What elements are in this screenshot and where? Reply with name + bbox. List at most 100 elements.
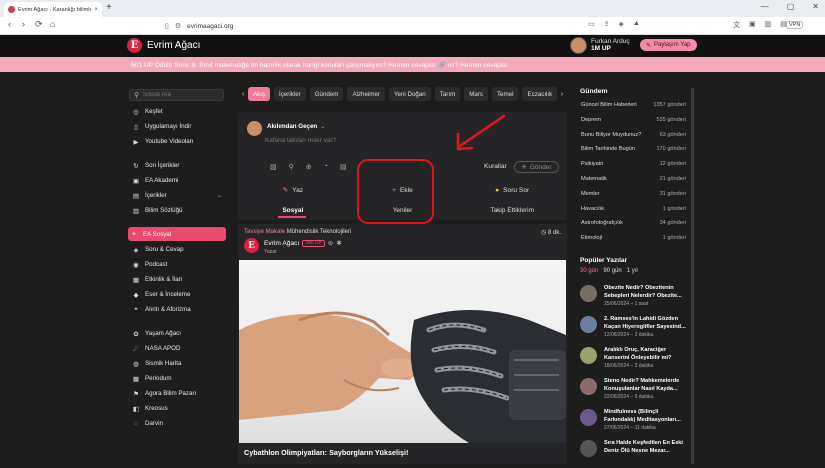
sidebar-item[interactable]: ▶ Youtube Videoları [130,136,226,147]
brave-rewards-icon[interactable]: ▲ [633,20,640,28]
brave-shield-icon[interactable]: ◈ [619,20,624,28]
trend-item[interactable]: Memler 31 gönderi [581,191,686,204]
rules-link[interactable]: Kurallar [484,163,507,170]
sidebar-item-icon: ▣ [132,177,140,185]
sidebar-item[interactable]: ◧ Kreosus [130,403,226,414]
sidebar-item[interactable]: ☄ NASA APOD [130,343,226,354]
sidebar-item[interactable]: ▥ Bilim Sözlüğü [130,205,226,216]
post-topic[interactable]: Mühendislik Teknolojileri [287,229,352,235]
sidebar-item[interactable]: ◈ Soru & Cevap [130,244,226,255]
window-close-icon[interactable]: ✕ [812,2,819,11]
list-icon[interactable]: ▤ [340,163,347,171]
popular-item[interactable]: Aralıklı Oruç, Karaciğer Kanserini Önley… [580,347,690,375]
category-tab[interactable]: İçerikler [274,87,306,101]
popular-item[interactable]: Obezite Nedir? Obezitenin Sebepleri Nele… [580,285,690,313]
category-prev-icon[interactable]: ‹ [238,91,248,98]
site-search[interactable]: ⚲ [129,89,224,101]
sidebar-item-label: EA Akademi [145,177,179,184]
post-card[interactable]: Tavsiye Makale Mühendislik Teknolojileri… [238,224,567,464]
post-title[interactable]: Cybathlon Olimpiyatları: Sayborgların Yü… [244,448,408,457]
location-icon[interactable]: ⊕ [306,163,312,171]
trend-item[interactable]: Deprem 535 gönderi [581,117,686,130]
feed-tab[interactable]: Takip Ettiklerim [457,204,567,218]
sidebar-item[interactable]: ◎ Keşfet [130,106,226,117]
trend-item[interactable]: Havacılık 1 gönderi [581,206,686,219]
user-profile[interactable]: Furkan Arduç 1M UP [570,37,630,54]
scrollbar[interactable] [691,88,694,464]
browser-tab[interactable]: Evrim Ağacı - Karanlığı bilimle ! × [4,2,102,17]
share-post-button[interactable]: ✎ Paylaşım Yap [640,39,697,51]
sidebar-item[interactable]: ◍ Sismik Harita [130,358,226,369]
announcement-banner[interactable]: 501 UP Ödülü Soru: 9. Sınıf matematiğe ö… [0,57,825,72]
link-icon[interactable]: ⚲ [289,163,294,171]
trend-item[interactable]: Bilim Tarihinde Bugün 170 gönderi [581,146,686,159]
vpn-button[interactable]: VPN [786,21,804,29]
popular-item[interactable]: Steno Nedir? Mahkemelerde Konuşulanlar N… [580,378,690,406]
sidebar-item[interactable]: ▯ Uygulamayı İndir [130,121,226,132]
sidebar-toggle-icon[interactable]: ▥ [765,20,772,30]
search-input[interactable] [143,92,223,98]
category-tab[interactable]: Tarım [434,87,461,101]
popular-period-tab[interactable]: 90 gün [603,268,621,274]
sidebar-item[interactable]: ◌ Darvin [130,418,226,429]
user-avatar[interactable] [570,37,587,54]
audience-selector[interactable]: Akılımdan Geçen ⌄ [267,123,325,130]
sidebar-item[interactable]: ▩ Periodum [130,373,226,384]
minimize-icon[interactable]: — [761,2,769,11]
sidebar-item[interactable]: ✦ EA Sosyal [128,227,226,241]
sidebar-item[interactable]: ✿ Yaşam Ağacı [130,328,226,339]
bookmark-icon[interactable]: ▯ [165,22,169,30]
image-icon[interactable]: ▨ [270,163,277,171]
category-tab[interactable]: Mars [464,87,488,101]
category-tab[interactable]: Akış [248,87,271,101]
ask-question-button[interactable]: ● Soru Sor [457,187,567,194]
site-logo[interactable]: E Evrim Ağacı [127,38,200,53]
composer-input[interactable] [265,137,465,144]
sidebar-item[interactable]: ⚑ Agora Bilim Pazarı [130,388,226,399]
popular-period-tab[interactable]: 1 yıl [627,268,638,274]
sidebar-item[interactable]: ▦ Etkinlik & İlan [130,274,226,285]
send-button[interactable]: ✈ Gönder [514,161,559,173]
write-button[interactable]: ✎ Yaz [238,186,348,195]
reload-icon[interactable]: ⟳ [35,19,43,30]
share-icon[interactable]: ⇪ [604,20,610,28]
forward-icon[interactable]: › [22,19,25,29]
author-avatar[interactable]: E [244,238,259,253]
popular-item[interactable]: 2. Ramses'in Lahidi Gözden Kaçan Hiyerog… [580,316,690,344]
home-icon[interactable]: ⌂ [50,19,55,29]
maximize-icon[interactable]: ▢ [787,2,795,11]
trend-item[interactable]: Bunu Biliyor Muydunuz? 63 gönderi [581,132,686,145]
post-type[interactable]: Tavsiye Makale [244,229,285,235]
post-author[interactable]: Evrim Ağacı 29K UP ⊛ ✱ [264,239,342,247]
sidebar-item[interactable]: ▣ EA Akademi [130,175,226,186]
category-next-icon[interactable]: › [557,91,567,98]
chevron-down-icon[interactable]: ⌄ [217,192,222,199]
category-tab[interactable]: Gündem [309,87,344,101]
sidebar-item[interactable]: ◆ Eser & İnceleme [130,289,226,300]
sidebar-item[interactable]: ❝ Alıntı & Aforizma [130,304,226,315]
back-icon[interactable]: ‹ [8,19,11,29]
category-tab[interactable]: Alzheimer [347,87,385,101]
poll-icon[interactable]: ◔ [324,163,328,171]
screen-cast-icon[interactable]: ▭ [588,20,595,28]
sidebar-item[interactable]: ◉ Podcast [130,259,226,270]
trend-item[interactable]: Matematik 21 gönderi [581,176,686,189]
sidebar-item[interactable]: ▤ İçerikler ⌄ [130,190,226,201]
close-tab-icon[interactable]: × [94,7,98,13]
sidebar-item[interactable]: ↻ Son İçerikler [130,160,226,171]
category-tab[interactable]: Yeni Doğan [388,87,431,101]
trend-item[interactable]: Güncel Bilim Haberleri 1357 gönderi [581,102,686,115]
trend-item[interactable]: Etimoloji 1 gönderi [581,235,686,248]
translate-icon[interactable]: 文 [733,20,740,30]
trend-item[interactable]: Psikiyatri 12 gönderi [581,161,686,174]
wallet-icon[interactable]: ▣ [749,20,756,30]
popular-period-tab[interactable]: 30 gün [580,268,598,274]
category-tab[interactable]: Temel [491,87,519,101]
site-settings-icon[interactable]: ⚙ [175,22,181,30]
post-image[interactable] [239,260,566,443]
trends-title: Gündem [580,88,608,95]
new-tab-button[interactable]: + [106,2,112,13]
trend-item[interactable]: Astrofotoğrafçılık 34 gönderi [581,220,686,233]
popular-item[interactable]: Mindfulness (Bilinçli Farkındalık) Medit… [580,409,690,437]
category-tab[interactable]: Eczacılık [522,87,557,101]
